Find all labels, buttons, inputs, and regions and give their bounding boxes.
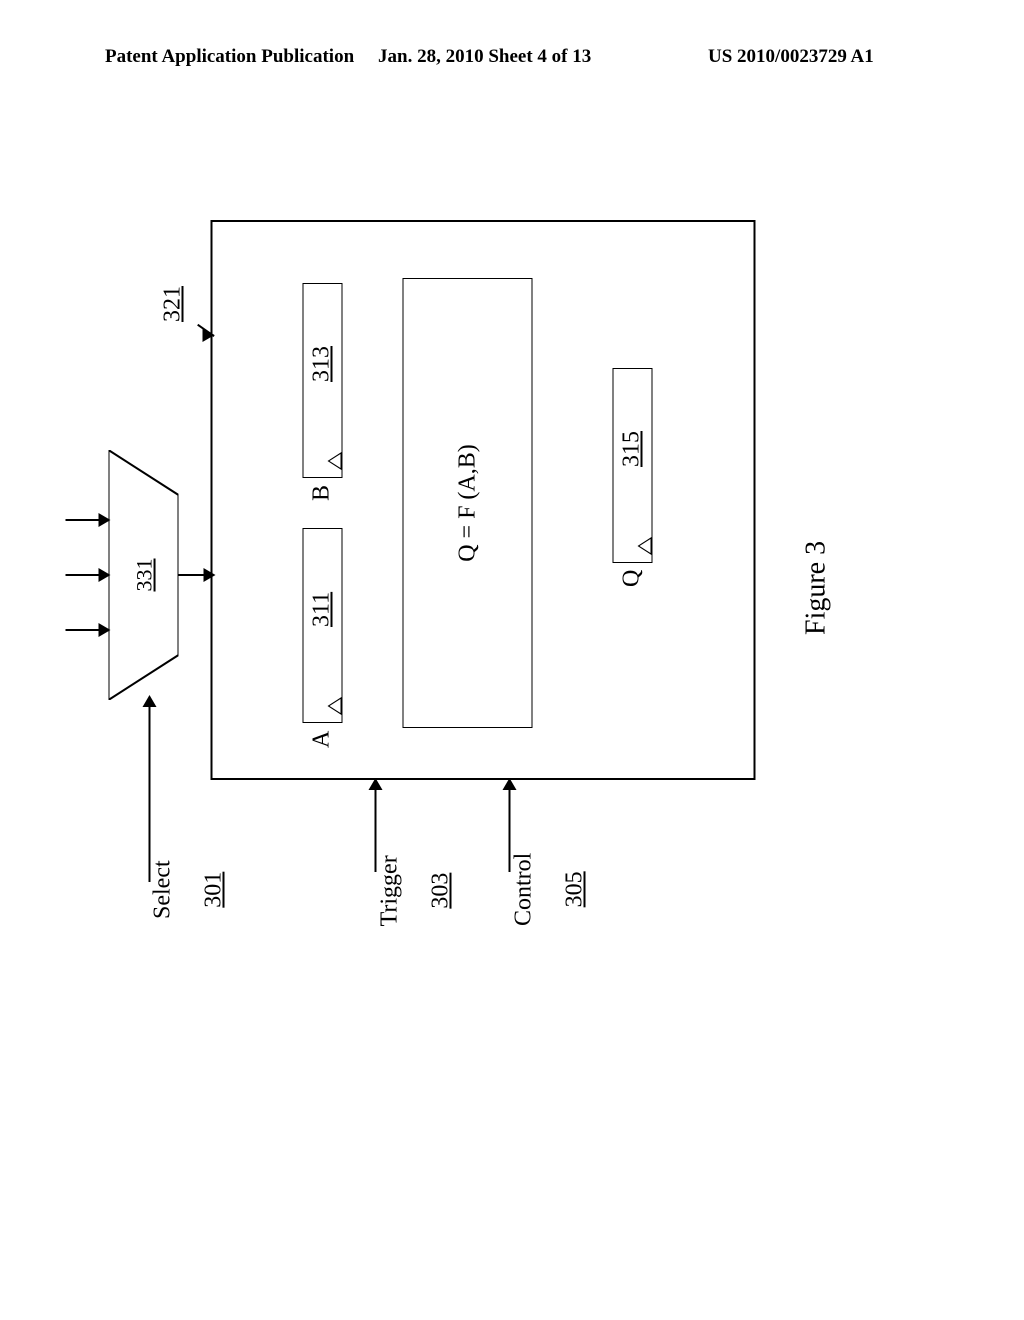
- label-trigger-ref: 303: [427, 873, 453, 909]
- clock-icon: [327, 452, 341, 470]
- arrow-trigger-to-block: [368, 777, 382, 872]
- label-control-ref: 305: [561, 871, 587, 907]
- reg-b-313: 313: [302, 283, 342, 478]
- block-ref-321: 321: [160, 286, 185, 322]
- arrow-mux-in-2: [65, 568, 110, 582]
- reg-q-ref: 315: [619, 431, 644, 467]
- label-select-ref: 301: [200, 872, 226, 908]
- arrow-mux-in-3: [65, 513, 110, 527]
- header-left: Patent Application Publication: [105, 46, 354, 68]
- reg-a-ref: 311: [309, 592, 334, 627]
- mux-331: 331: [108, 450, 178, 700]
- mux-ref: 331: [131, 450, 157, 700]
- leader-321-head: [202, 328, 216, 342]
- reg-b-label: B: [309, 485, 334, 501]
- figure-caption: Figure 3: [800, 541, 832, 635]
- arrow-mux-in-1: [65, 623, 110, 637]
- reg-a-label: A: [309, 731, 334, 748]
- reg-b-ref: 313: [309, 346, 334, 382]
- header-right: US 2010/0023729 A1: [708, 46, 874, 68]
- reg-q-label: Q: [619, 570, 644, 587]
- figure-canvas: Select 301 Trigger 303 Control 305: [100, 150, 875, 990]
- main-block-321: 311 313 A B Q = F (A,B) 315 Q: [210, 220, 755, 780]
- function-box: Q = F (A,B): [402, 278, 532, 728]
- figure-rotated: Select 301 Trigger 303 Control 305: [100, 150, 875, 990]
- clock-icon: [327, 697, 341, 715]
- arrow-control-to-block: [502, 777, 516, 872]
- reg-q-315: 315: [612, 368, 652, 563]
- clock-icon: [637, 537, 651, 555]
- header-mid: Jan. 28, 2010 Sheet 4 of 13: [378, 46, 591, 68]
- reg-a-311: 311: [302, 528, 342, 723]
- function-text: Q = F (A,B): [454, 444, 481, 562]
- arrow-select-to-mux: [142, 697, 156, 882]
